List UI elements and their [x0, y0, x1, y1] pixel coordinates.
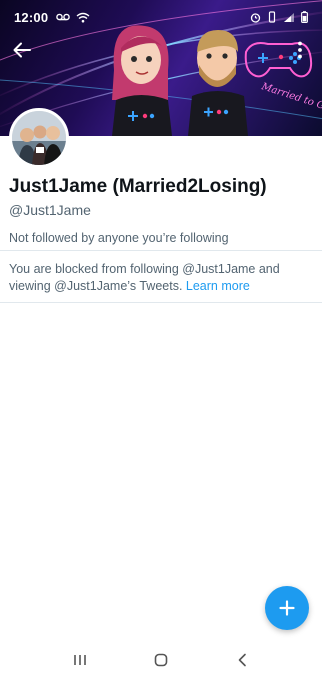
divider — [0, 302, 322, 303]
followers-you-know-note: Not followed by anyone you’re following — [9, 231, 229, 245]
voicemail-icon — [56, 13, 71, 21]
more-options-button[interactable] — [288, 38, 312, 62]
back-button[interactable] — [10, 38, 34, 62]
status-bar: 12:00 — [0, 0, 322, 34]
recent-apps-icon — [74, 655, 87, 665]
arrow-left-icon — [13, 42, 31, 58]
banner-text: Married to Gaming — [259, 81, 322, 122]
home-icon — [154, 653, 168, 667]
profile-display-name: Just1Jame (Married2Losing) — [9, 176, 267, 197]
system-navigation-bar — [0, 640, 322, 680]
system-back-button[interactable] — [222, 644, 262, 676]
status-time: 12:00 — [14, 9, 49, 25]
back-icon — [238, 653, 246, 667]
learn-more-link[interactable]: Learn more — [186, 279, 250, 293]
recent-apps-button[interactable] — [60, 644, 100, 676]
divider — [0, 250, 322, 251]
alarm-icon — [250, 12, 261, 23]
profile-handle: @Just1Jame — [9, 202, 91, 218]
avatar-photo — [12, 111, 66, 165]
cartoon-man — [188, 30, 248, 136]
blocked-notice: You are blocked from following @Just1Jam… — [9, 261, 315, 295]
battery-icon — [301, 11, 308, 23]
wifi-icon — [76, 12, 90, 22]
compose-tweet-button[interactable] — [265, 586, 309, 630]
cartoon-woman — [112, 25, 172, 136]
plus-icon — [279, 600, 295, 616]
signal-icon — [284, 12, 294, 22]
vibrate-icon — [268, 11, 276, 23]
profile-avatar[interactable] — [9, 108, 69, 168]
more-vertical-icon — [298, 41, 302, 59]
home-button[interactable] — [141, 644, 181, 676]
